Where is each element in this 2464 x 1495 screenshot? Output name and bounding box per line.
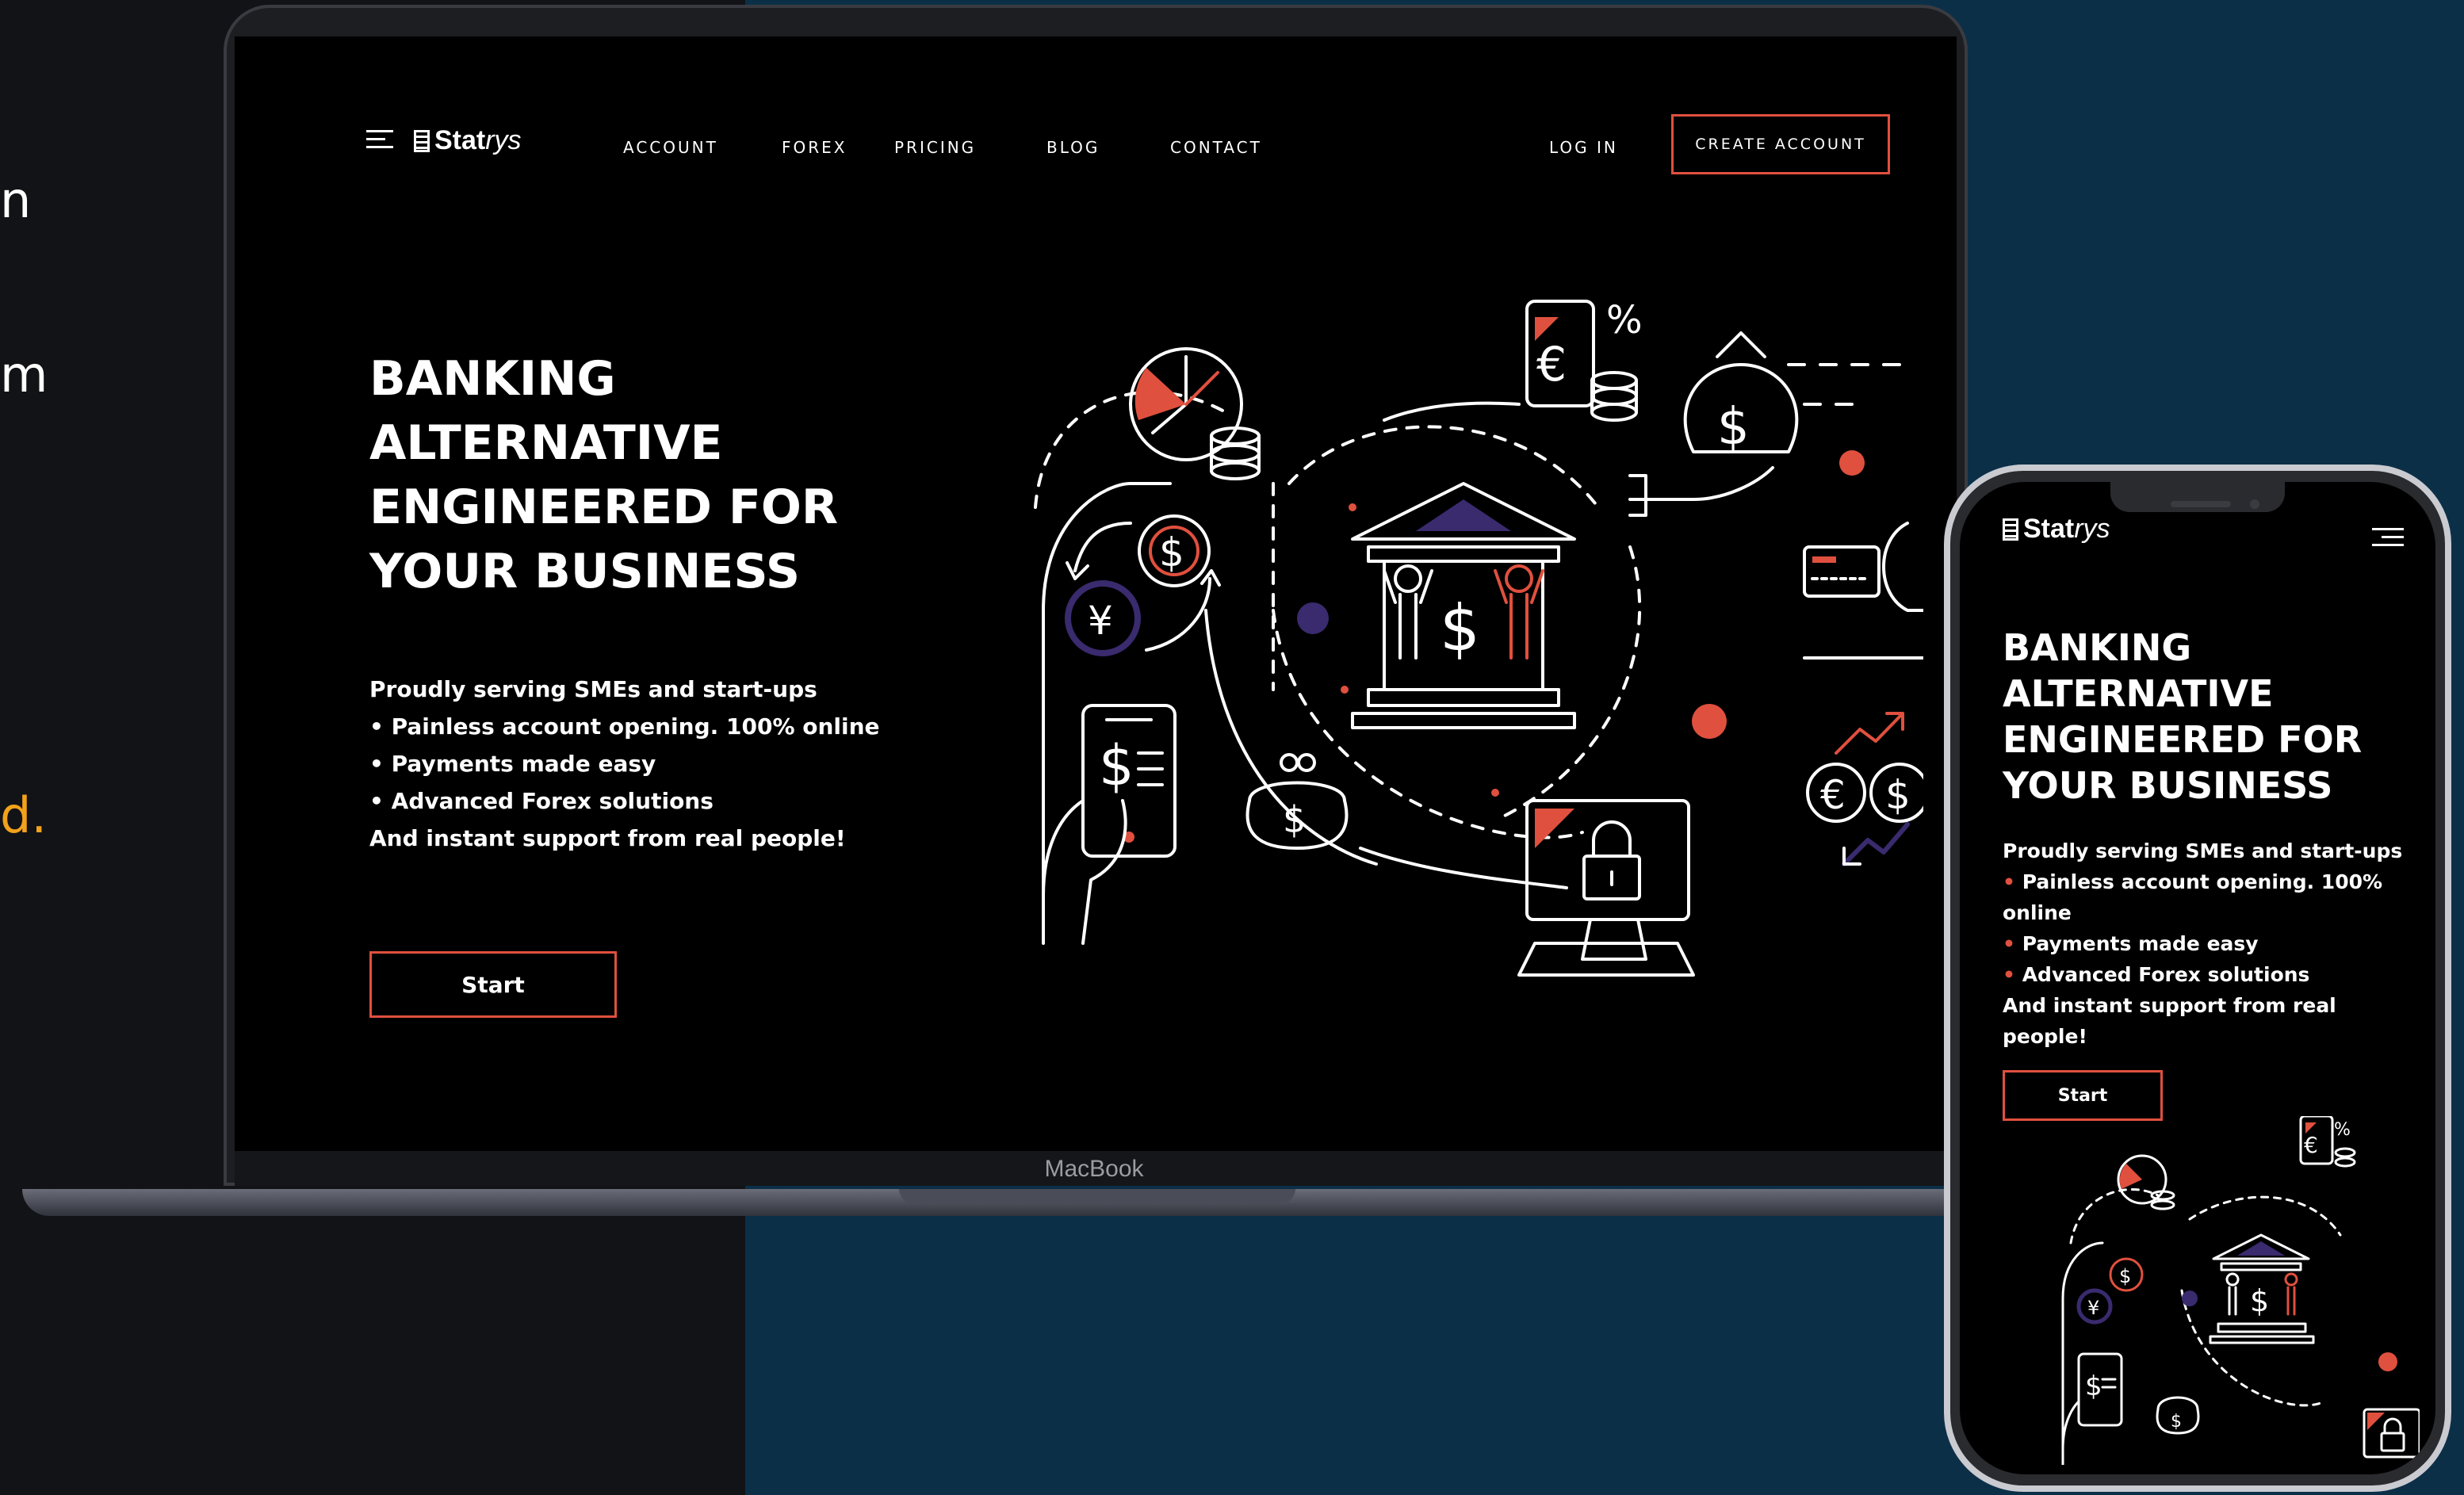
- hero-line: Proudly serving SMEs and start-ups: [369, 676, 817, 702]
- hamburger-menu-icon[interactable]: [366, 130, 393, 148]
- logo-thin-text: rys: [2074, 514, 2110, 544]
- phone-camera: [2250, 499, 2259, 509]
- dollar-glyph: $: [1885, 772, 1911, 818]
- start-button[interactable]: Start: [369, 951, 617, 1018]
- phone-hand-icon: $: [1042, 704, 1177, 945]
- hero-bullet: • Advanced Forex solutions: [2003, 959, 2415, 990]
- login-link[interactable]: LOG IN: [1549, 138, 1618, 157]
- percent-glyph: %: [2334, 1120, 2351, 1140]
- dollar-glyph: $: [1440, 591, 1480, 665]
- percent-glyph: %: [1606, 298, 1643, 342]
- create-account-button[interactable]: CREATE ACCOUNT: [1671, 114, 1890, 174]
- coin-purse-icon: $: [2156, 1396, 2200, 1435]
- nav-contact[interactable]: CONTACT: [1170, 138, 1262, 157]
- hero-line: • Painless account opening. 100% online: [369, 713, 880, 740]
- decor-dot: [1349, 503, 1356, 511]
- mobile-euro-icon: € %: [2299, 1116, 2356, 1168]
- laptop-screen: Statrys ACCOUNT FOREX PRICING BLOG CONTA…: [235, 36, 1957, 1151]
- cropped-text-line-2: m: [0, 346, 48, 403]
- euro-glyph: €: [1820, 772, 1846, 818]
- decor-dot: [2182, 1290, 2198, 1306]
- coin-purse-icon: $: [1245, 753, 1349, 850]
- decor-dot: [2378, 1352, 2397, 1371]
- dollar-glyph: $: [1717, 398, 1750, 457]
- bank-building-icon: $: [2209, 1233, 2315, 1344]
- dollar-glyph: $: [1283, 798, 1306, 841]
- money-bag-hand-icon: $: [1628, 331, 1901, 517]
- site-navbar: Statrys ACCOUNT FOREX PRICING BLOG CONTA…: [235, 36, 1957, 219]
- nav-account[interactable]: ACCOUNT: [623, 138, 718, 157]
- dashed-arc: [1287, 425, 1600, 509]
- hero-line: • Advanced Forex solutions: [369, 788, 714, 814]
- phone-hand-icon: $: [2061, 1352, 2123, 1451]
- phone-screen: Statrys BANKING ALTERNATIVE ENGINEERED F…: [1960, 482, 2435, 1474]
- nav-blog[interactable]: BLOG: [1046, 138, 1100, 157]
- logo-bold-text: Stat: [2023, 514, 2075, 544]
- start-button-mobile[interactable]: Start: [2003, 1070, 2163, 1121]
- dollar-glyph: $: [2119, 1265, 2131, 1287]
- monitor-lock-icon: [2363, 1408, 2420, 1459]
- dollar-glyph: $: [2085, 1371, 2102, 1402]
- dollar-glyph: $: [2250, 1283, 2269, 1318]
- dashed-arc: [1502, 545, 1642, 818]
- hero-line: And instant support from real people!: [369, 825, 846, 851]
- hero-line: Proudly serving SMEs and start-ups: [2003, 839, 2403, 862]
- hero-bullet: • Payments made easy: [2003, 928, 2415, 959]
- dollar-glyph: $: [2171, 1412, 2182, 1432]
- hero-description: Proudly serving SMEs and start-ups • Pai…: [369, 671, 880, 857]
- decor-dot: [1692, 704, 1727, 739]
- logo-bold-text: Stat: [434, 125, 486, 155]
- clock-chart-icon: [2117, 1154, 2175, 1210]
- mobile-euro-icon: € %: [1525, 298, 1643, 422]
- euro-dollar-coins-icon: € $: [1806, 712, 1923, 866]
- hero-bullet: • Painless account opening. 100% online: [2003, 866, 2415, 928]
- decor-dot: [1491, 789, 1499, 797]
- decor-dot: [1341, 686, 1349, 694]
- phone-speaker: [2171, 501, 2231, 507]
- dollar-glyph: $: [1159, 530, 1184, 575]
- hero-title: BANKING ALTERNATIVE ENGINEERED FOR YOUR …: [369, 351, 839, 599]
- monitor-lock-icon: [1517, 799, 1695, 977]
- laptop-hinge-notch: [899, 1189, 1295, 1203]
- clock-chart-icon: [1129, 347, 1261, 480]
- statrys-logo-mobile[interactable]: Statrys: [2003, 514, 2110, 545]
- currency-exchange-icon: $ ¥: [1065, 514, 1221, 656]
- yen-glyph: ¥: [1088, 598, 1113, 644]
- euro-glyph: €: [1536, 337, 1567, 392]
- banking-illustration-mobile: € % $ ¥ $ $ $: [2061, 1116, 2420, 1465]
- hero-title-mobile: BANKING ALTERNATIVE ENGINEERED FOR YOUR …: [2003, 626, 2363, 807]
- bullet-dot: •: [2003, 870, 2015, 893]
- macbook-label: MacBook: [1044, 1156, 1144, 1182]
- curve-line: [1359, 847, 1568, 889]
- banking-illustration: € % $ $ ¥ $ $ $ € $: [1034, 298, 1923, 977]
- dashed-arc: [1272, 609, 1584, 839]
- logo-thin-text: rys: [485, 125, 522, 155]
- hero-description-mobile: Proudly serving SMEs and start-ups • Pai…: [2003, 835, 2415, 1052]
- nav-forex[interactable]: FOREX: [782, 138, 847, 157]
- logo-doc-icon: [414, 130, 430, 152]
- cropped-text-line-1: n: [0, 171, 32, 229]
- currency-exchange-icon: $ ¥: [2076, 1257, 2144, 1325]
- hero-line: • Payments made easy: [369, 751, 656, 777]
- bullet-text: Painless account opening. 100% online: [2003, 870, 2383, 924]
- bullet-text: Advanced Forex solutions: [2022, 963, 2310, 986]
- logo-doc-icon: [2003, 518, 2018, 541]
- decor-dot: [1297, 602, 1329, 634]
- card-piggy-icon: [1803, 522, 1923, 660]
- cropped-text-line-3: d.: [0, 786, 48, 844]
- curve-line: [1383, 401, 1521, 422]
- nav-pricing[interactable]: PRICING: [894, 138, 976, 157]
- statrys-logo[interactable]: Statrys: [414, 125, 522, 156]
- euro-glyph: €: [2304, 1132, 2318, 1158]
- hamburger-menu-icon[interactable]: [2372, 528, 2404, 547]
- hero-line: And instant support from real people!: [2003, 994, 2336, 1048]
- bank-building-icon: $: [1351, 482, 1576, 729]
- bullet-text: Payments made easy: [2022, 932, 2259, 955]
- dollar-glyph: $: [1099, 733, 1134, 798]
- yen-glyph: ¥: [2087, 1297, 2099, 1319]
- bullet-dot: •: [2003, 963, 2015, 986]
- bullet-dot: •: [2003, 932, 2015, 955]
- phone-notch: [2110, 482, 2285, 512]
